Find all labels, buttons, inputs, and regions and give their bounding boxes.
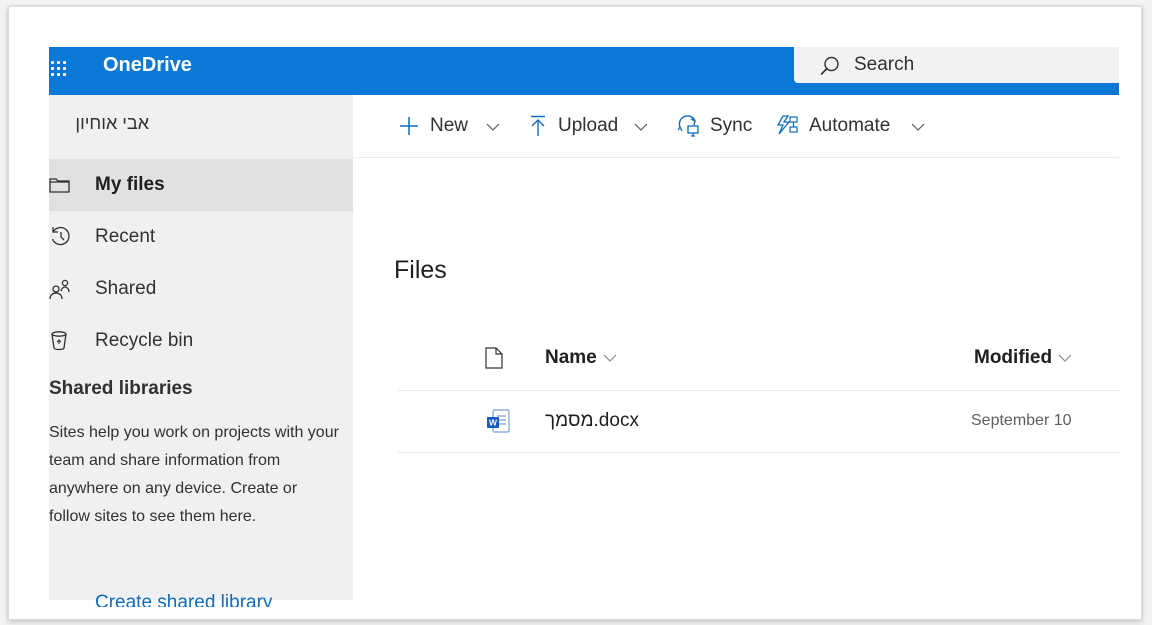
sidebar-item-label: My files bbox=[95, 174, 165, 195]
chevron-down-icon bbox=[603, 354, 617, 362]
sync-label: Sync bbox=[710, 115, 753, 136]
name-column-header[interactable]: Name bbox=[545, 344, 617, 372]
screenshot-frame: OneDrive אבי אוחיון My files Recent bbox=[8, 6, 1142, 620]
svg-text:W: W bbox=[489, 418, 498, 428]
sidebar-item-label: Shared bbox=[95, 278, 157, 299]
chevron-down-icon bbox=[486, 123, 500, 131]
upload-button[interactable]: Upload bbox=[528, 112, 658, 140]
user-name[interactable]: אבי אוחיון bbox=[49, 109, 149, 137]
chevron-down-icon bbox=[911, 123, 925, 131]
clock-icon bbox=[51, 226, 70, 246]
file-type-icon[interactable] bbox=[485, 347, 503, 369]
page-title: Files bbox=[394, 256, 447, 284]
automate-icon bbox=[776, 115, 798, 135]
sidebar-item-label: Recent bbox=[95, 226, 156, 247]
file-name-link[interactable]: מסמך.docx bbox=[545, 407, 639, 435]
folder-icon bbox=[49, 178, 70, 193]
sidebar-item-label: Recycle bin bbox=[95, 330, 194, 351]
sidebar-item-my-files[interactable]: My files bbox=[49, 159, 353, 211]
plus-icon bbox=[400, 117, 418, 135]
row-divider bbox=[398, 452, 1119, 453]
people-icon bbox=[49, 279, 70, 300]
word-document-icon: W bbox=[487, 409, 510, 433]
name-column-label: Name bbox=[545, 347, 597, 368]
shared-libraries-heading: Shared libraries bbox=[49, 378, 193, 399]
sync-button[interactable]: Sync bbox=[677, 112, 759, 140]
sidebar-item-shared[interactable]: Shared bbox=[49, 263, 353, 315]
onedrive-window: OneDrive אבי אוחיון My files Recent bbox=[49, 47, 1119, 607]
app-title[interactable]: OneDrive bbox=[103, 50, 192, 80]
modified-column-header[interactable]: Modified bbox=[974, 344, 1072, 372]
sync-icon bbox=[677, 115, 699, 137]
search-input[interactable] bbox=[854, 50, 1104, 80]
file-modified-date: September 10 bbox=[971, 412, 1072, 429]
search-box[interactable] bbox=[794, 47, 1119, 83]
app-launcher-icon[interactable] bbox=[51, 55, 71, 83]
app-header: OneDrive bbox=[49, 47, 1119, 95]
new-label: New bbox=[430, 115, 469, 136]
new-button[interactable]: New bbox=[398, 112, 510, 140]
sidebar-item-recycle-bin[interactable]: Recycle bin bbox=[49, 315, 353, 367]
sidebar-item-recent[interactable]: Recent bbox=[49, 211, 353, 263]
left-navigation: אבי אוחיון My files Recent Shared Recycl… bbox=[49, 95, 353, 607]
modified-column-label: Modified bbox=[974, 347, 1053, 368]
shared-libraries-description: Sites help you work on projects with you… bbox=[49, 424, 339, 525]
command-bar: New Upload Sync Automate bbox=[353, 95, 1119, 158]
chevron-down-icon bbox=[1058, 354, 1072, 362]
automate-label: Automate bbox=[809, 115, 891, 136]
search-icon bbox=[820, 56, 839, 75]
create-shared-library-link[interactable]: Create shared library bbox=[95, 589, 272, 607]
upload-label: Upload bbox=[558, 115, 619, 136]
chevron-down-icon bbox=[634, 123, 648, 131]
upload-icon bbox=[531, 115, 545, 136]
recycle-bin-icon bbox=[51, 331, 67, 351]
automate-button[interactable]: Automate bbox=[775, 112, 935, 140]
